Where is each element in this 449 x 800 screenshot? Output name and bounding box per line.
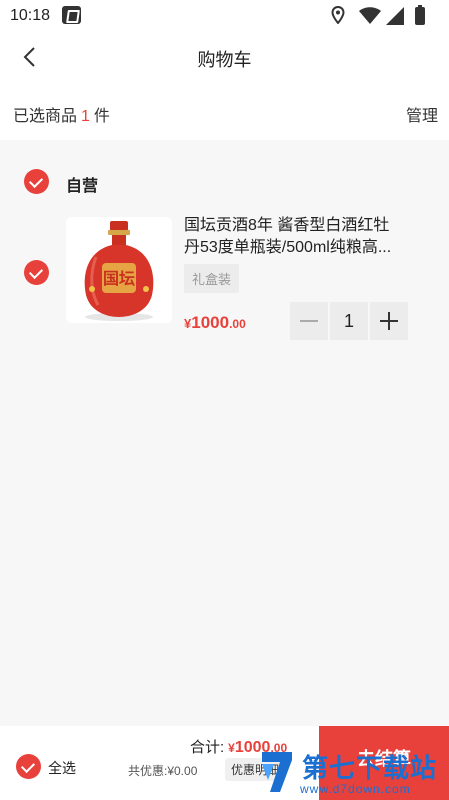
store-card: 自营 国坛 国坛贡酒8年 酱香型白酒红牡丹53度单瓶装/500ml纯粮高... …	[0, 150, 449, 360]
store-name: 自营	[66, 178, 99, 195]
signal-icon	[386, 7, 404, 25]
header: 购物车	[0, 32, 449, 82]
watermark-text: 第七下载站	[302, 753, 438, 783]
liquor-bottle-image: 国坛	[66, 217, 172, 323]
product-title[interactable]: 国坛贡酒8年 酱香型白酒红牡丹53度单瓶装/500ml纯粮高...	[184, 215, 404, 259]
selected-summary: 已选商品 1 件	[13, 102, 110, 126]
quantity-value[interactable]: 1	[330, 302, 368, 340]
quantity-stepper: 1	[290, 302, 408, 340]
select-all-label[interactable]: 全选	[48, 758, 76, 778]
selection-bar: 已选商品 1 件 管理	[0, 92, 449, 132]
item-checkbox[interactable]	[24, 260, 49, 285]
battery-icon	[415, 5, 425, 25]
selected-prefix: 已选商品	[13, 108, 78, 125]
selected-suffix: 件	[93, 108, 110, 125]
selected-count: 1	[81, 108, 90, 125]
product-price: ¥1000.00	[184, 313, 246, 333]
discount-text: 共优惠:¥0.00	[128, 764, 198, 778]
location-icon	[331, 6, 345, 24]
minus-button[interactable]	[290, 302, 328, 340]
select-all-checkbox[interactable]	[16, 754, 41, 779]
notification-app-icon	[62, 6, 81, 24]
page-title: 购物车	[197, 50, 252, 70]
total-label: 合计:	[190, 739, 225, 756]
svg-text:国坛: 国坛	[103, 269, 135, 288]
watermark: 第七下载站 www.d7down.com	[258, 742, 448, 800]
plus-button[interactable]	[370, 302, 408, 340]
wifi-icon	[359, 7, 381, 24]
watermark-logo-icon	[262, 752, 292, 792]
total-symbol: ¥	[228, 741, 235, 755]
cart-area: 自营 国坛 国坛贡酒8年 酱香型白酒红牡丹53度单瓶装/500ml纯粮高... …	[0, 140, 449, 726]
manage-button[interactable]: 管理	[406, 102, 438, 126]
status-bar: 10:18	[0, 0, 449, 32]
status-time: 10:18	[10, 7, 51, 24]
price-decimal: .00	[229, 317, 246, 331]
status-icons	[331, 5, 441, 26]
spec-tag[interactable]: 礼盒装	[184, 264, 240, 293]
watermark-url: www.d7down.com	[300, 782, 411, 796]
store-checkbox[interactable]	[24, 169, 49, 194]
product-image[interactable]: 国坛	[66, 217, 172, 323]
price-integer: 1000	[191, 313, 230, 332]
